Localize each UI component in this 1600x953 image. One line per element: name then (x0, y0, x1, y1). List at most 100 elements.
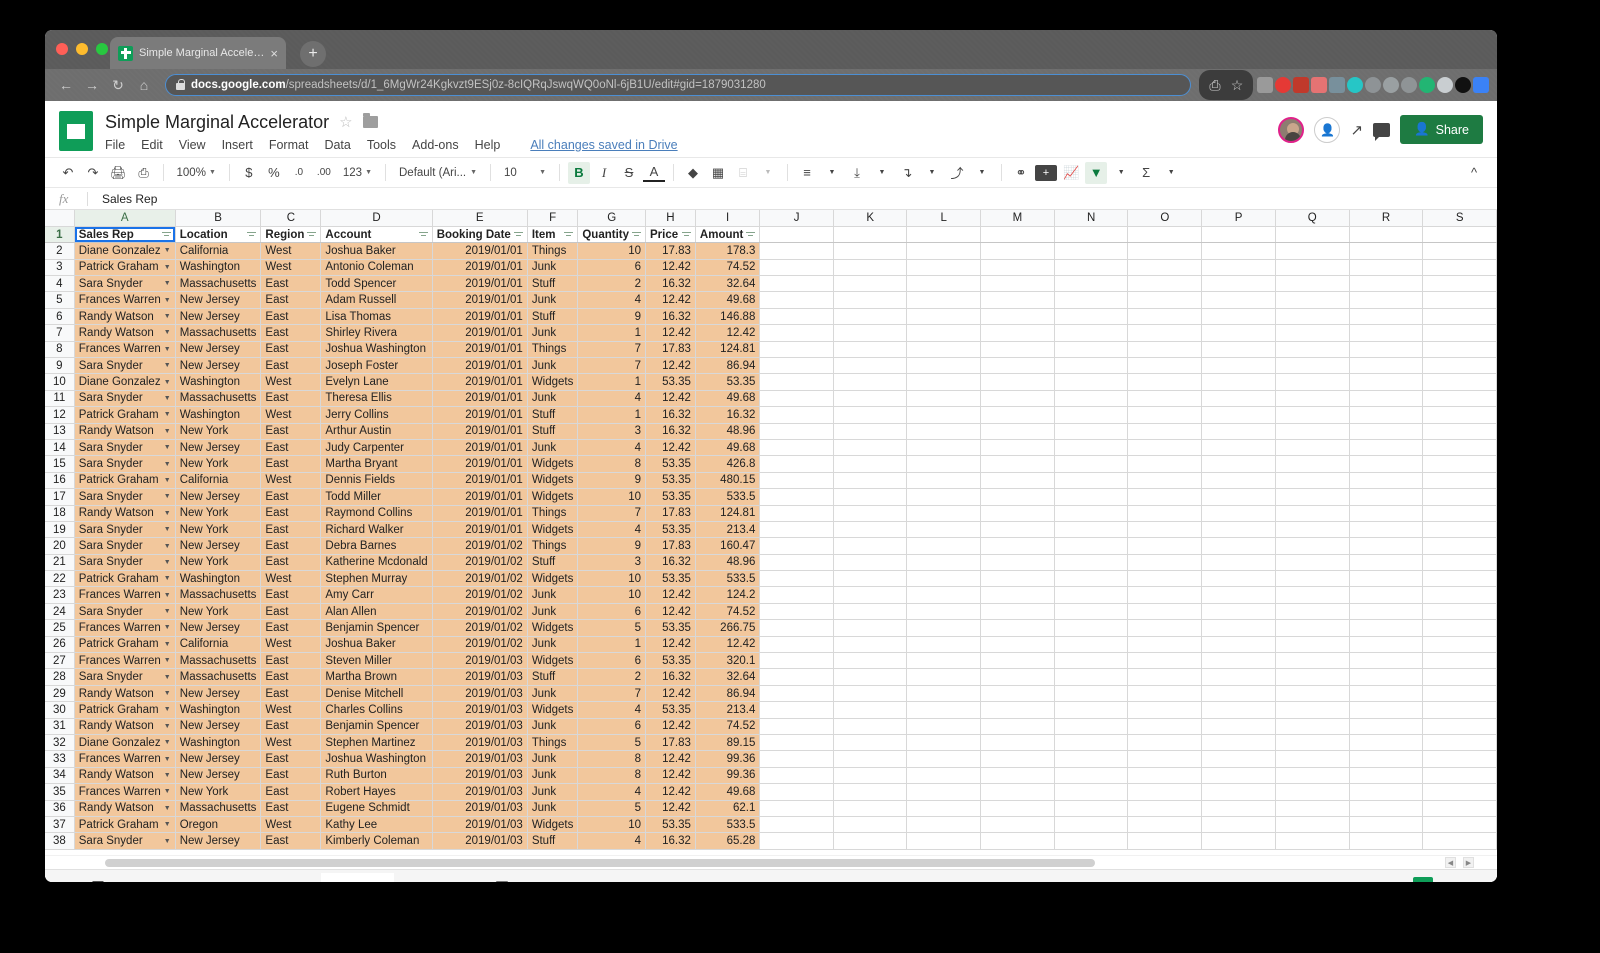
cell-value[interactable]: Theresa Ellis (321, 390, 432, 406)
filter-icon[interactable] (419, 231, 428, 239)
cell-value[interactable]: East (261, 685, 321, 701)
cell-value[interactable]: 12.42 (695, 325, 759, 341)
header-cell-7[interactable]: Quantity (578, 226, 646, 242)
cell-value[interactable]: Evelyn Lane (321, 374, 432, 390)
empty-cell[interactable] (1423, 226, 1497, 242)
italic-button[interactable]: I (593, 162, 615, 184)
row-header-18[interactable]: 18 (45, 505, 74, 521)
cell-value[interactable]: New Jersey (175, 767, 261, 783)
empty-cell[interactable] (1275, 718, 1349, 734)
empty-cell[interactable] (833, 472, 907, 488)
empty-cell[interactable] (833, 276, 907, 292)
empty-cell[interactable] (1275, 538, 1349, 554)
row-header-3[interactable]: 3 (45, 259, 74, 275)
save-status-text[interactable]: All changes saved in Drive (530, 138, 677, 152)
empty-cell[interactable] (760, 276, 833, 292)
grid-table[interactable]: ABCDEFGHIJKLMNOPQRS1Sales RepLocationReg… (45, 210, 1497, 850)
empty-cell[interactable] (907, 439, 981, 455)
increase-decimal-icon[interactable]: .00 (313, 162, 335, 184)
empty-cell[interactable] (1423, 325, 1497, 341)
empty-cell[interactable] (1054, 554, 1128, 570)
empty-cell[interactable] (1275, 439, 1349, 455)
empty-cell[interactable] (1202, 259, 1276, 275)
empty-cell[interactable] (833, 390, 907, 406)
cell-value[interactable]: Junk (527, 390, 578, 406)
cell-value[interactable]: 12.42 (646, 685, 696, 701)
empty-cell[interactable] (1423, 259, 1497, 275)
cell-value[interactable]: Raymond Collins (321, 505, 432, 521)
functions-caret-icon[interactable]: ▼ (1160, 162, 1182, 184)
cell-sales-rep[interactable]: Randy Watson▼ (74, 505, 175, 521)
extension-icon-9[interactable] (1401, 77, 1417, 93)
window-traffic-lights[interactable] (56, 43, 108, 55)
cell-value[interactable]: 2019/01/02 (432, 538, 527, 554)
spreadsheet-grid[interactable]: ABCDEFGHIJKLMNOPQRS1Sales RepLocationReg… (45, 210, 1497, 855)
cell-value[interactable]: 12.42 (646, 636, 696, 652)
row-header-24[interactable]: 24 (45, 603, 74, 619)
column-header-M[interactable]: M (981, 210, 1055, 226)
empty-cell[interactable] (1128, 685, 1202, 701)
empty-cell[interactable] (1275, 833, 1349, 849)
chevron-down-icon[interactable]: ▼ (164, 739, 171, 746)
empty-cell[interactable] (1202, 636, 1276, 652)
close-tab-icon[interactable]: × (270, 47, 278, 60)
cell-value[interactable]: 2019/01/01 (432, 325, 527, 341)
column-header-G[interactable]: G (578, 210, 646, 226)
empty-cell[interactable] (907, 636, 981, 652)
menu-format[interactable]: Format (269, 138, 309, 152)
empty-cell[interactable] (1054, 767, 1128, 783)
extension-icon-13[interactable] (1473, 77, 1489, 93)
column-header-E[interactable]: E (432, 210, 527, 226)
row-header-20[interactable]: 20 (45, 538, 74, 554)
empty-cell[interactable] (833, 685, 907, 701)
empty-cell[interactable] (1423, 276, 1497, 292)
empty-cell[interactable] (1054, 489, 1128, 505)
cell-value[interactable]: 10 (578, 489, 646, 505)
cell-sales-rep[interactable]: Frances Warren▼ (74, 751, 175, 767)
cell-value[interactable]: East (261, 390, 321, 406)
empty-cell[interactable] (907, 702, 981, 718)
empty-cell[interactable] (1349, 489, 1423, 505)
empty-cell[interactable] (1349, 718, 1423, 734)
cell-value[interactable]: East (261, 456, 321, 472)
cell-value[interactable]: Martha Bryant (321, 456, 432, 472)
empty-cell[interactable] (1275, 407, 1349, 423)
empty-cell[interactable] (1128, 456, 1202, 472)
cell-value[interactable]: 2 (578, 276, 646, 292)
cell-value[interactable]: 1 (578, 325, 646, 341)
cell-value[interactable]: Massachusetts (175, 390, 261, 406)
empty-cell[interactable] (1423, 653, 1497, 669)
row-header-15[interactable]: 15 (45, 456, 74, 472)
empty-cell[interactable] (1275, 685, 1349, 701)
extension-icon-2[interactable] (1275, 77, 1291, 93)
empty-cell[interactable] (1349, 243, 1423, 259)
cell-value[interactable]: 16.32 (646, 276, 696, 292)
empty-cell[interactable] (1202, 358, 1276, 374)
empty-cell[interactable] (760, 259, 833, 275)
empty-cell[interactable] (1202, 407, 1276, 423)
cell-value[interactable]: Benjamin Spencer (321, 718, 432, 734)
empty-cell[interactable] (1054, 816, 1128, 832)
empty-cell[interactable] (1128, 620, 1202, 636)
empty-cell[interactable] (760, 325, 833, 341)
empty-cell[interactable] (1054, 456, 1128, 472)
cell-value[interactable]: 53.35 (646, 472, 696, 488)
cell-value[interactable]: Widgets (527, 472, 578, 488)
empty-cell[interactable] (1349, 308, 1423, 324)
cell-value[interactable]: 16.32 (646, 554, 696, 570)
cell-value[interactable]: West (261, 702, 321, 718)
cell-value[interactable]: 53.35 (646, 521, 696, 537)
chevron-down-icon[interactable]: ▼ (164, 821, 171, 828)
cell-value[interactable]: 533.5 (695, 571, 759, 587)
cell-value[interactable]: New Jersey (175, 439, 261, 455)
cell-value[interactable]: 10 (578, 587, 646, 603)
empty-cell[interactable] (981, 636, 1055, 652)
row-header-10[interactable]: 10 (45, 374, 74, 390)
row-header-36[interactable]: 36 (45, 800, 74, 816)
horizontal-align-icon[interactable]: ≡ (796, 162, 818, 184)
cell-value[interactable]: 2019/01/03 (432, 718, 527, 734)
row-header-9[interactable]: 9 (45, 358, 74, 374)
empty-cell[interactable] (1349, 358, 1423, 374)
column-header-B[interactable]: B (175, 210, 261, 226)
cell-value[interactable]: Jerry Collins (321, 407, 432, 423)
